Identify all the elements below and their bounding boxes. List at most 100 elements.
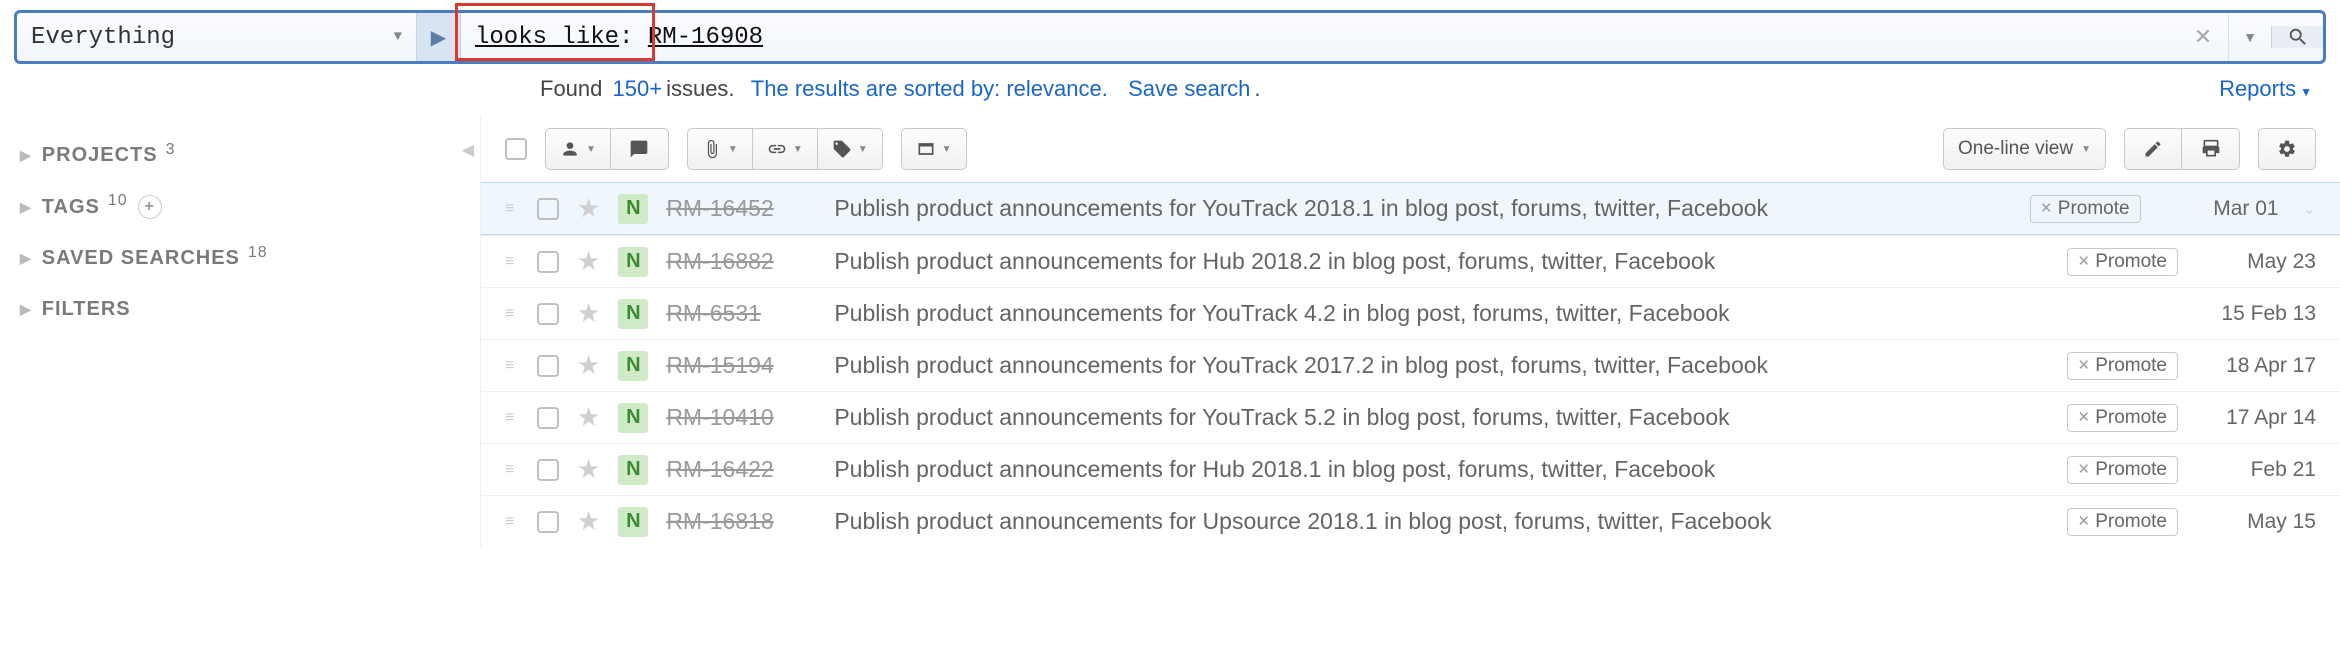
close-icon[interactable]: × xyxy=(2078,511,2089,533)
chevron-down-icon: ▼ xyxy=(728,144,738,155)
save-search-link[interactable]: Save search xyxy=(1128,76,1250,102)
comment-button[interactable] xyxy=(611,128,669,170)
issue-tag[interactable]: × Promote xyxy=(2067,248,2178,276)
reports-link[interactable]: Reports ▼ xyxy=(2219,76,2312,102)
drag-handle-icon[interactable]: ≡ xyxy=(505,253,519,271)
drag-handle-icon[interactable]: ≡ xyxy=(505,461,519,479)
issue-summary[interactable]: Publish product announcements for YouTra… xyxy=(834,352,2049,379)
search-button[interactable] xyxy=(2271,26,2323,48)
issue-id[interactable]: RM-16422 xyxy=(666,456,816,483)
issue-row[interactable]: ≡ ★ N RM-10410 Publish product announcem… xyxy=(481,391,2340,443)
attach-button[interactable]: ▼ xyxy=(687,128,753,170)
row-checkbox[interactable] xyxy=(537,303,559,325)
issue-summary[interactable]: Publish product announcements for Upsour… xyxy=(834,508,2049,535)
expand-icon[interactable]: ⌄ xyxy=(2303,199,2316,219)
issue-date: 18 Apr 17 xyxy=(2196,354,2316,378)
select-all-checkbox[interactable] xyxy=(505,138,527,160)
row-checkbox[interactable] xyxy=(537,355,559,377)
row-checkbox[interactable] xyxy=(537,251,559,273)
sidebar-section-count: 3 xyxy=(166,141,176,159)
star-icon[interactable]: ★ xyxy=(577,402,600,433)
drag-handle-icon[interactable]: ≡ xyxy=(505,200,519,218)
sidebar-section-label: PROJECTS xyxy=(42,144,158,167)
tag-label: Promote xyxy=(2095,251,2167,273)
settings-button[interactable] xyxy=(2258,128,2316,170)
sidebar-section-label: TAGS xyxy=(42,196,100,219)
search-history-dropdown[interactable]: ▼ xyxy=(2228,13,2271,61)
row-checkbox[interactable] xyxy=(537,198,559,220)
issue-id[interactable]: RM-6531 xyxy=(666,300,816,327)
tag-button[interactable]: ▼ xyxy=(818,128,883,170)
issue-id[interactable]: RM-16452 xyxy=(666,195,816,222)
issue-id[interactable]: RM-10410 xyxy=(666,404,816,431)
star-icon[interactable]: ★ xyxy=(577,298,600,329)
close-icon[interactable]: × xyxy=(2078,407,2089,429)
scope-select[interactable]: Everything ▼ xyxy=(17,13,417,61)
print-button[interactable] xyxy=(2182,128,2240,170)
issue-id[interactable]: RM-16818 xyxy=(666,508,816,535)
row-checkbox[interactable] xyxy=(537,407,559,429)
issue-summary[interactable]: Publish product announcements for YouTra… xyxy=(834,404,2049,431)
issue-summary[interactable]: Publish product announcements for YouTra… xyxy=(834,300,2178,327)
issue-date: 15 Feb 13 xyxy=(2196,302,2316,326)
sidebar-section[interactable]: ▶ PROJECTS 3 xyxy=(20,130,460,181)
clear-icon[interactable]: ✕ xyxy=(2178,24,2228,50)
sidebar-section[interactable]: ▶ SAVED SEARCHES 18 xyxy=(20,233,460,284)
row-checkbox[interactable] xyxy=(537,511,559,533)
add-tag-button[interactable]: + xyxy=(138,195,162,219)
link-button[interactable]: ▼ xyxy=(753,128,818,170)
board-button[interactable]: ▼ xyxy=(901,128,967,170)
edit-button[interactable] xyxy=(2124,128,2182,170)
issue-tag[interactable]: ×Promote xyxy=(2067,508,2178,536)
sorted-by-link[interactable]: The results are sorted by: relevance. xyxy=(751,76,1108,102)
issue-list: ≡ ★ N RM-16452 Publish product announcem… xyxy=(481,182,2340,547)
issue-row[interactable]: ≡ ★ N RM-16818 Publish product announcem… xyxy=(481,495,2340,547)
assignee-button[interactable]: ▼ xyxy=(545,128,611,170)
issue-id[interactable]: RM-15194 xyxy=(666,352,816,379)
sidebar-section-label: SAVED SEARCHES xyxy=(42,247,240,270)
star-icon[interactable]: ★ xyxy=(577,506,600,537)
issue-summary[interactable]: Publish product announcements for YouTra… xyxy=(834,195,2011,222)
issue-row[interactable]: ≡ ★ N RM-15194 Publish product announcem… xyxy=(481,339,2340,391)
sidebar-section[interactable]: ▶ TAGS 10 + xyxy=(20,181,460,233)
chevron-right-icon: ▶ xyxy=(20,301,32,318)
reports-label: Reports xyxy=(2219,76,2296,101)
query-input[interactable]: looks like: RM-16908 xyxy=(461,13,2178,61)
drag-handle-icon[interactable]: ≡ xyxy=(505,357,519,375)
chevron-down-icon: ▼ xyxy=(793,144,803,155)
row-checkbox[interactable] xyxy=(537,459,559,481)
issue-tag[interactable]: ×Promote xyxy=(2067,404,2178,432)
close-icon[interactable]: × xyxy=(2078,459,2089,481)
issue-id[interactable]: RM-16882 xyxy=(666,248,816,275)
close-icon[interactable]: × xyxy=(2078,251,2089,273)
sidebar-section[interactable]: ▶ FILTERS xyxy=(20,284,460,335)
query-value: RM-16908 xyxy=(648,24,763,51)
found-suffix: issues. xyxy=(666,76,734,102)
issue-row[interactable]: ≡ ★ N RM-6531 Publish product announceme… xyxy=(481,287,2340,339)
scope-go-button[interactable]: ▶ xyxy=(417,13,461,61)
star-icon[interactable]: ★ xyxy=(577,193,600,224)
issue-row[interactable]: ≡ ★ N RM-16882 Publish product announcem… xyxy=(481,235,2340,287)
issue-tag[interactable]: × Promote xyxy=(2067,456,2178,484)
collapse-sidebar-icon[interactable]: ◀ xyxy=(462,140,474,160)
issue-tag[interactable]: × Promote xyxy=(2067,352,2178,380)
chevron-down-icon: ▼ xyxy=(2300,85,2312,99)
issue-summary[interactable]: Publish product announcements for Hub 20… xyxy=(834,456,2049,483)
drag-handle-icon[interactable]: ≡ xyxy=(505,409,519,427)
star-icon[interactable]: ★ xyxy=(577,454,600,485)
tag-label: Promote xyxy=(2095,355,2167,377)
chevron-down-icon: ▼ xyxy=(586,144,596,155)
close-icon[interactable]: × xyxy=(2078,355,2089,377)
star-icon[interactable]: ★ xyxy=(577,246,600,277)
star-icon[interactable]: ★ xyxy=(577,350,600,381)
issue-tag[interactable]: ×Promote xyxy=(2030,195,2141,223)
drag-handle-icon[interactable]: ≡ xyxy=(505,513,519,531)
drag-handle-icon[interactable]: ≡ xyxy=(505,305,519,323)
view-dropdown[interactable]: One-line view ▼ xyxy=(1943,128,2106,170)
issue-row[interactable]: ≡ ★ N RM-16422 Publish product announcem… xyxy=(481,443,2340,495)
close-icon[interactable]: × xyxy=(2041,198,2052,220)
issue-row[interactable]: ≡ ★ N RM-16452 Publish product announcem… xyxy=(481,182,2340,235)
tag-label: Promote xyxy=(2095,459,2167,481)
issue-summary[interactable]: Publish product announcements for Hub 20… xyxy=(834,248,2049,275)
found-count[interactable]: 150+ xyxy=(613,76,663,102)
